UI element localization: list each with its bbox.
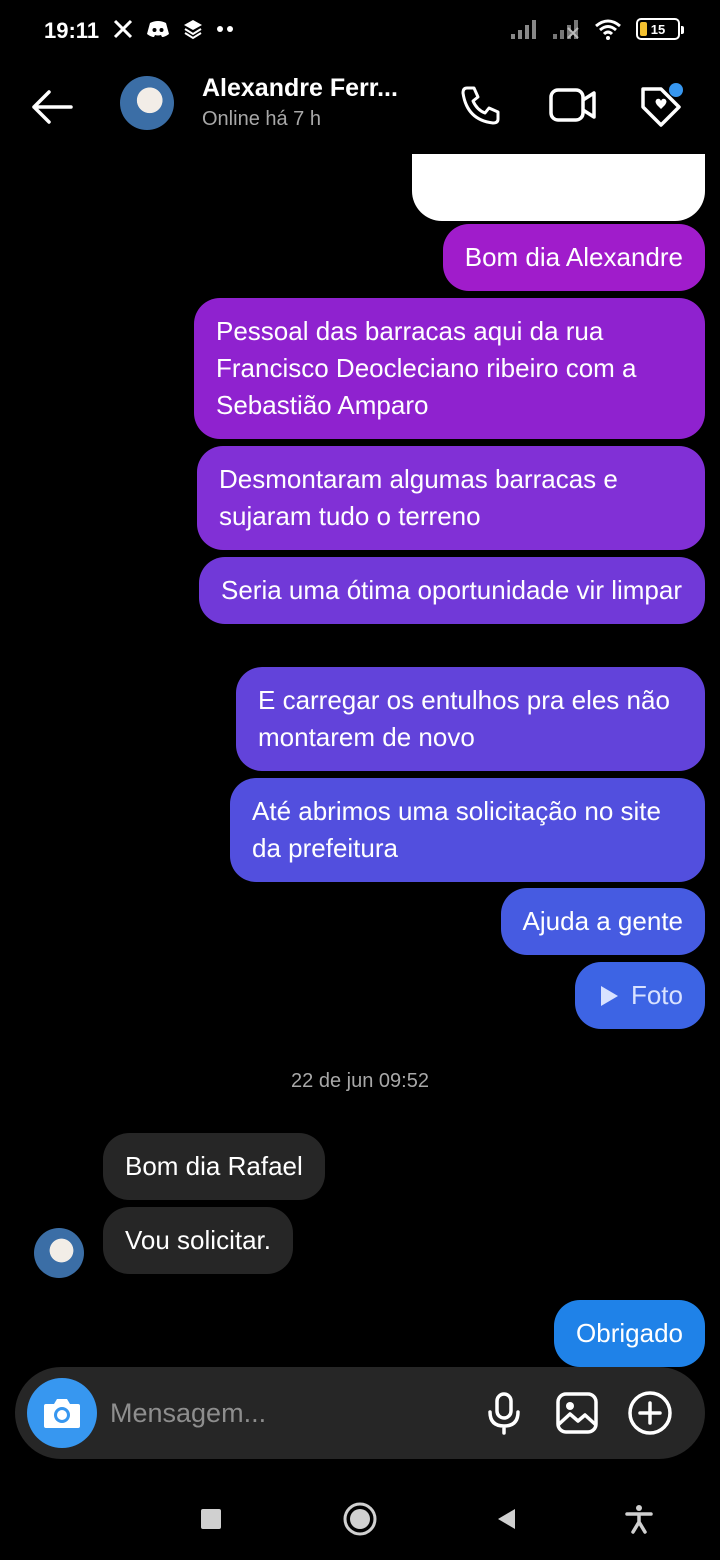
signal-no-service-icon	[553, 20, 579, 39]
contact-online-status: Online há 7 h	[202, 108, 321, 130]
photo-label: Foto	[630, 980, 683, 1010]
battery-level	[640, 22, 647, 36]
outgoing-message[interactable]: Seria uma ótima oportunidade vir limpar	[199, 557, 705, 624]
x-icon	[113, 19, 133, 39]
outgoing-message[interactable]: Obrigado	[554, 1300, 705, 1367]
recents-button[interactable]	[186, 1494, 236, 1544]
back-arrow-icon	[32, 90, 73, 124]
gallery-icon	[556, 1392, 598, 1434]
status-bar: 19:11 15	[0, 0, 720, 64]
add-circle-icon	[628, 1391, 672, 1435]
battery-icon: 15	[636, 18, 684, 40]
photo-message[interactable]: Foto	[574, 962, 705, 1029]
message-input[interactable]	[110, 1389, 470, 1437]
square-icon	[201, 1509, 221, 1529]
sender-avatar[interactable]	[34, 1228, 84, 1278]
gallery-button[interactable]	[552, 1388, 602, 1438]
triangle-back-icon	[498, 1509, 515, 1529]
heart-tag-icon	[641, 83, 683, 127]
back-nav-button[interactable]	[482, 1494, 532, 1544]
discord-icon	[147, 21, 169, 37]
accessibility-button[interactable]	[614, 1494, 664, 1544]
accessibility-icon	[625, 1505, 653, 1534]
microphone-icon	[488, 1392, 520, 1435]
layers-icon	[184, 20, 202, 40]
system-navigation-bar	[0, 1480, 720, 1560]
outgoing-message[interactable]: Até abrimos uma solicitação no site da p…	[230, 778, 705, 882]
incoming-message[interactable]: Bom dia Rafael	[103, 1133, 325, 1200]
outgoing-message[interactable]: Bom dia Alexandre	[442, 224, 705, 291]
voice-message-button[interactable]	[479, 1388, 529, 1438]
outgoing-message[interactable]: Pessoal das barracas aqui da rua Francis…	[194, 298, 705, 439]
date-divider: 22 de jun 09:52	[291, 1070, 429, 1092]
incoming-message[interactable]: Vou solicitar.	[103, 1207, 293, 1274]
status-notification-icons	[112, 18, 234, 40]
outgoing-message[interactable]: E carregar os entulhos pra eles não mont…	[236, 667, 705, 771]
outgoing-message[interactable]: Ajuda a gente	[500, 888, 705, 955]
camera-icon	[44, 1399, 80, 1428]
video-call-button[interactable]	[548, 80, 598, 130]
video-icon	[549, 88, 596, 122]
message-composer	[15, 1367, 705, 1459]
tag-button[interactable]	[636, 80, 686, 130]
camera-button[interactable]	[27, 1378, 97, 1448]
chat-header: Alexandre Ferr... Online há 7 h	[0, 64, 720, 154]
contact-name[interactable]: Alexandre Ferr...	[202, 74, 417, 103]
signal-icon	[511, 20, 536, 39]
back-button[interactable]	[26, 82, 76, 132]
phone-icon	[461, 86, 500, 125]
battery-percent: 15	[650, 21, 666, 37]
more-dots-icon	[217, 26, 233, 32]
status-time: 19:11	[44, 18, 100, 43]
status-system-icons: 15	[510, 18, 684, 40]
wifi-icon	[595, 19, 621, 40]
circle-icon	[343, 1502, 377, 1536]
contact-avatar[interactable]	[120, 76, 174, 130]
more-options-button[interactable]	[625, 1388, 675, 1438]
home-button[interactable]	[335, 1494, 385, 1544]
voice-call-button[interactable]	[456, 80, 506, 130]
outgoing-message[interactable]: Desmontaram algumas barracas e sujaram t…	[197, 446, 705, 550]
play-icon	[600, 985, 618, 1006]
